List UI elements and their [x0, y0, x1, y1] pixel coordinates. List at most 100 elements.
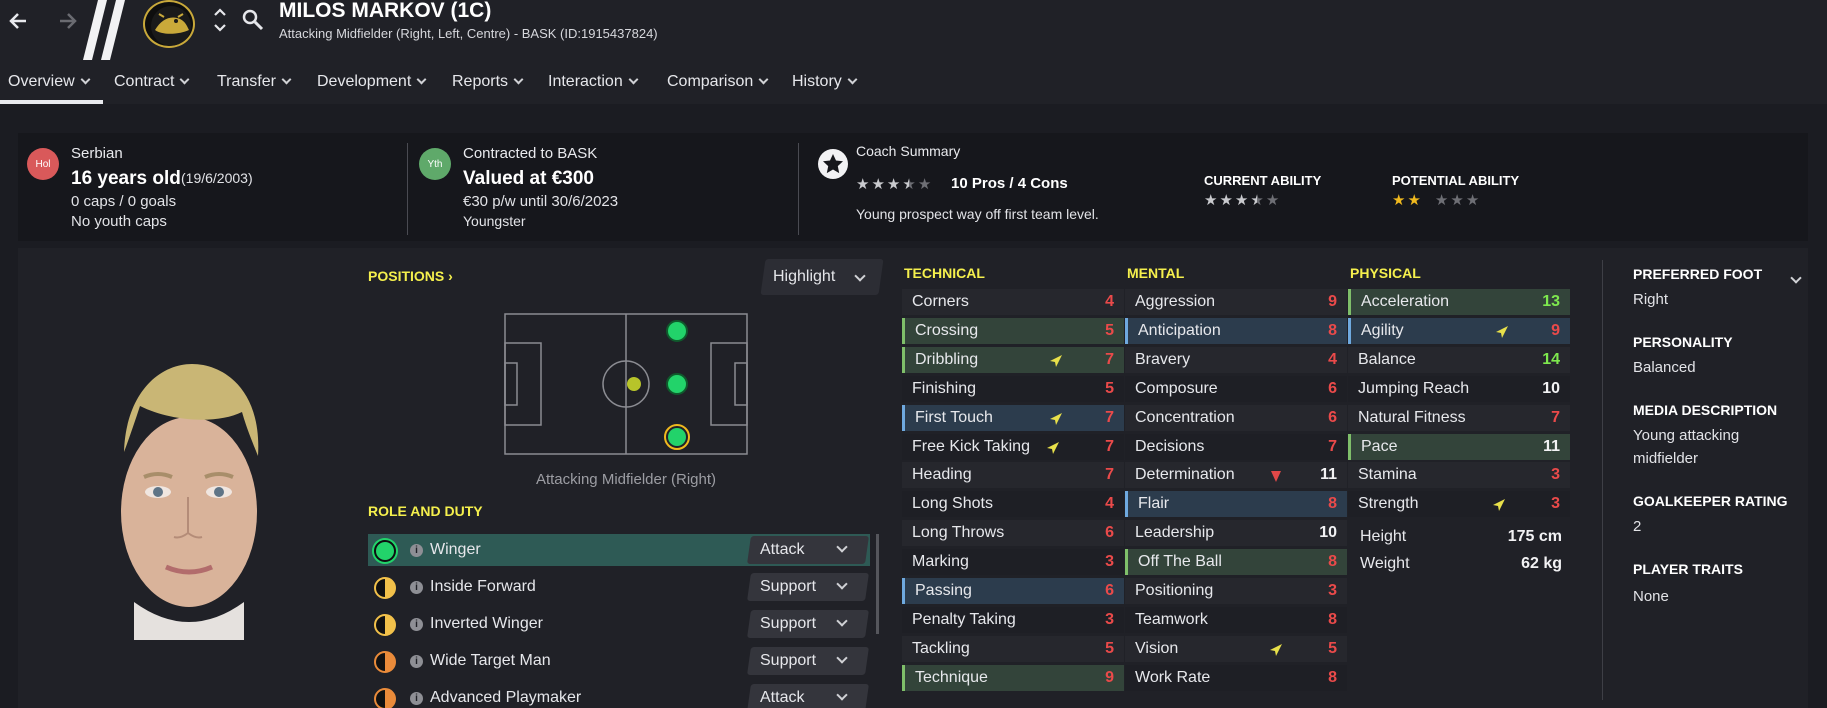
star-icon: ★	[1265, 192, 1280, 209]
youth-caps: No youth caps	[71, 213, 167, 230]
attribute-row[interactable]: Teamwork 8	[1125, 606, 1347, 633]
tab-history[interactable]: History	[792, 73, 858, 91]
attribute-name: Dribbling	[915, 350, 979, 368]
attribute-row[interactable]: Decisions 7	[1125, 433, 1347, 460]
back-arrow-icon[interactable]	[4, 6, 34, 36]
attribute-name: Agility	[1361, 321, 1404, 339]
attribute-row[interactable]: Positioning 3	[1125, 578, 1347, 604]
tab-overview[interactable]: Overview	[8, 73, 91, 91]
attribute-row[interactable]: Balance 14	[1348, 346, 1570, 373]
attribute-row[interactable]: Acceleration 13	[1348, 289, 1570, 315]
tab-comparison[interactable]: Comparison	[667, 73, 769, 91]
attribute-row[interactable]: Penalty Taking 3	[902, 606, 1124, 633]
attribute-name: Natural Fitness	[1358, 408, 1466, 426]
info-icon[interactable]: i	[410, 544, 423, 557]
attribute-row[interactable]: Free Kick Taking 7	[902, 433, 1124, 460]
top-bar: MILOS MARKOV (1C) Attacking Midfielder (…	[0, 0, 1827, 60]
attribute-row[interactable]: Finishing 5	[902, 375, 1124, 402]
attribute-row[interactable]: Pace 11	[1348, 433, 1570, 460]
tab-label: Reports	[452, 73, 509, 90]
attribute-row[interactable]: Off The Ball 8	[1125, 549, 1347, 576]
attribute-row[interactable]: Anticipation 8	[1125, 317, 1347, 344]
attribute-row[interactable]: Leadership 10	[1125, 520, 1347, 547]
attribute-row[interactable]: Natural Fitness 7	[1348, 404, 1570, 431]
attribute-value: 7	[1105, 466, 1114, 484]
attribute-row[interactable]: Work Rate 8	[1125, 664, 1347, 691]
attribute-row[interactable]: Corners 4	[902, 289, 1124, 315]
tab-interaction[interactable]: Interaction	[548, 73, 639, 91]
active-tab-indicator	[0, 100, 103, 104]
attribute-row[interactable]: Crossing 5	[902, 317, 1124, 344]
attribute-value: 8	[1328, 553, 1337, 571]
star-icon: ★	[1392, 192, 1406, 209]
attribute-row[interactable]: Dribbling 7	[902, 346, 1124, 373]
forward-arrow-icon[interactable]	[52, 6, 82, 36]
role-row[interactable]: i Inverted Winger Support	[368, 608, 870, 640]
attribute-row[interactable]: Jumping Reach 10	[1348, 375, 1570, 402]
attribute-value: 3	[1551, 495, 1560, 513]
attribute-value: 5	[1105, 639, 1114, 657]
role-row[interactable]: i Winger Attack	[368, 534, 870, 566]
attribute-row[interactable]: Determination 11	[1125, 462, 1347, 489]
attribute-row[interactable]: Strength 3	[1348, 491, 1570, 518]
info-icon[interactable]: i	[410, 692, 423, 705]
media-description-line1: Young attacking	[1633, 427, 1740, 444]
player-name: MILOS MARKOV (1C)	[279, 0, 492, 22]
attribute-name: First Touch	[915, 408, 993, 426]
nation-badge[interactable]: Hol	[27, 148, 59, 180]
info-icon[interactable]: i	[410, 581, 423, 594]
attribute-row[interactable]: Technique 9	[902, 664, 1124, 691]
attribute-row[interactable]: Tackling 5	[902, 635, 1124, 662]
info-icon[interactable]: i	[410, 655, 423, 668]
positions-link[interactable]: POSITIONS ›	[368, 268, 453, 284]
attribute-row[interactable]: Passing 6	[902, 578, 1124, 604]
role-row[interactable]: i Inside Forward Support	[368, 571, 870, 603]
star-icon: ★	[871, 176, 885, 193]
current-ability-label: CURRENT ABILITY	[1204, 173, 1322, 188]
role-row[interactable]: i Advanced Playmaker Attack	[368, 682, 870, 708]
attribute-row[interactable]: Flair 8	[1125, 491, 1347, 518]
tab-transfer[interactable]: Transfer	[217, 73, 292, 91]
attribute-row[interactable]: Long Throws 6	[902, 520, 1124, 547]
star-icon: ★	[1250, 192, 1264, 209]
attribute-row[interactable]: Composure 6	[1125, 375, 1347, 402]
tab-reports[interactable]: Reports	[452, 73, 524, 91]
search-icon[interactable]	[241, 8, 265, 32]
role-suitability-icon	[374, 614, 396, 636]
info-icon[interactable]: i	[410, 618, 423, 631]
attribute-row[interactable]: Agility 9	[1348, 317, 1570, 344]
attribute-row[interactable]: Stamina 3	[1348, 462, 1570, 489]
tab-label: Interaction	[548, 73, 623, 90]
attribute-row[interactable]: Aggression 9	[1125, 289, 1347, 315]
tab-development[interactable]: Development	[317, 73, 427, 91]
attribute-row[interactable]: Concentration 6	[1125, 404, 1347, 431]
attribute-name: Balance	[1358, 350, 1416, 368]
tab-label: Contract	[114, 73, 175, 90]
attribute-row[interactable]: Bravery 4	[1125, 346, 1347, 373]
duty-label: Support	[760, 652, 817, 669]
attribute-name: Crossing	[915, 321, 979, 339]
attribute-row[interactable]: Marking 3	[902, 549, 1124, 576]
tab-contract[interactable]: Contract	[114, 73, 190, 91]
attribute-row[interactable]: First Touch 7	[902, 404, 1124, 431]
chevron-down-icon	[758, 74, 769, 85]
media-description-line2: midfielder	[1633, 450, 1699, 467]
progress-up-icon	[1270, 643, 1282, 656]
highlight-label: Highlight	[773, 268, 836, 285]
star-icon: ★	[1407, 192, 1421, 209]
attribute-row[interactable]: Vision 5	[1125, 635, 1347, 662]
attribute-value: 10	[1542, 379, 1560, 397]
current-ability-stars: ★ ★ ★ ★ ★	[1204, 192, 1281, 210]
role-row[interactable]: i Wide Target Man Support	[368, 645, 870, 677]
tab-label: Comparison	[667, 73, 754, 90]
tab-label: Development	[317, 73, 412, 90]
attribute-name: Marking	[912, 553, 969, 571]
contract-badge: Yth	[419, 148, 451, 180]
attribute-row[interactable]: Heading 7	[902, 462, 1124, 489]
attribute-name: Vision	[1135, 639, 1179, 657]
roles-scrollbar[interactable]	[876, 534, 879, 634]
attribute-row[interactable]: Long Shots 4	[902, 491, 1124, 518]
goalkeeper-rating-label: GOALKEEPER RATING	[1633, 493, 1788, 509]
chevron-up-down-icon[interactable]	[211, 6, 229, 34]
duty-label: Support	[760, 615, 817, 632]
